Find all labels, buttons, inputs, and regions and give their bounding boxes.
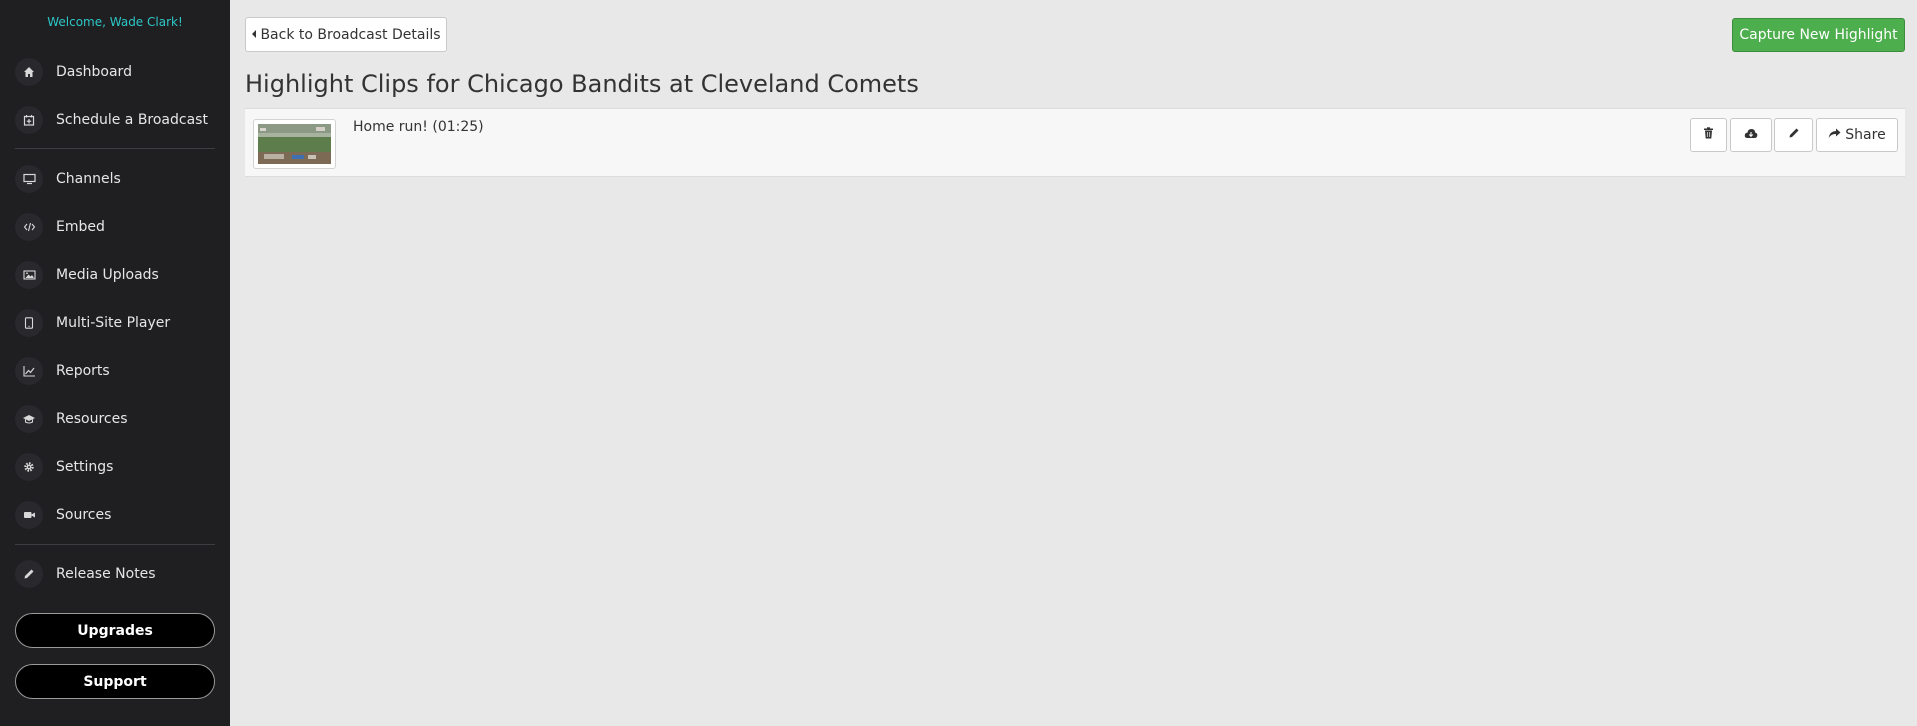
sidebar-item-settings[interactable]: Settings <box>0 447 230 487</box>
video-camera-icon <box>15 501 43 529</box>
sidebar-item-label: Schedule a Broadcast <box>56 112 208 128</box>
support-button[interactable]: Support <box>15 664 215 699</box>
welcome-message: Welcome, Wade Clark! <box>47 15 183 29</box>
sidebar-item-media-uploads[interactable]: Media Uploads <box>0 255 230 295</box>
sidebar-item-multi-site-player[interactable]: Multi-Site Player <box>0 303 230 343</box>
calendar-plus-icon <box>15 106 43 134</box>
back-button-label: Back to Broadcast Details <box>260 26 441 43</box>
sidebar-item-dashboard[interactable]: Dashboard <box>0 52 230 92</box>
sidebar-item-label: Dashboard <box>56 64 132 80</box>
sidebar-item-label: Sources <box>56 507 112 523</box>
sidebar-item-label: Media Uploads <box>56 267 159 283</box>
sidebar-item-release-notes[interactable]: Release Notes <box>0 554 230 594</box>
sidebar: Welcome, Wade Clark! Dashboard Schedule … <box>0 0 230 726</box>
caret-left-icon <box>251 27 257 43</box>
sidebar-item-embed[interactable]: Embed <box>0 207 230 247</box>
trash-icon <box>1703 127 1714 143</box>
image-icon <box>15 261 43 289</box>
code-icon <box>15 213 43 241</box>
page-title: Highlight Clips for Chicago Bandits at C… <box>245 70 919 98</box>
sidebar-item-label: Release Notes <box>56 566 156 582</box>
sidebar-item-resources[interactable]: Resources <box>0 399 230 439</box>
share-button-label: Share <box>1845 127 1886 143</box>
gear-icon <box>15 453 43 481</box>
share-icon <box>1828 127 1841 143</box>
sidebar-item-channels[interactable]: Channels <box>0 159 230 199</box>
sidebar-item-label: Multi-Site Player <box>56 315 171 331</box>
clip-list-item: Home run! (01:25) Share <box>245 108 1905 177</box>
sidebar-item-label: Settings <box>56 459 114 475</box>
clip-thumbnail-image <box>258 124 331 164</box>
line-chart-icon <box>15 357 43 385</box>
clip-title: Home run! (01:25) <box>353 119 484 135</box>
tablet-icon <box>15 309 43 337</box>
clip-thumbnail[interactable] <box>253 119 336 169</box>
back-to-broadcast-details-button[interactable]: Back to Broadcast Details <box>245 17 447 52</box>
delete-clip-button[interactable] <box>1690 118 1727 152</box>
cloud-download-icon <box>1744 127 1758 143</box>
nav-divider <box>15 148 215 149</box>
sidebar-item-sources[interactable]: Sources <box>0 495 230 535</box>
pencil-icon <box>1788 127 1800 143</box>
sidebar-item-label: Embed <box>56 219 105 235</box>
sidebar-item-label: Reports <box>56 363 110 379</box>
nav-divider <box>15 544 215 545</box>
graduation-cap-icon <box>15 405 43 433</box>
download-clip-button[interactable] <box>1730 118 1772 152</box>
sidebar-item-schedule-broadcast[interactable]: Schedule a Broadcast <box>0 100 230 140</box>
edit-clip-button[interactable] <box>1774 118 1813 152</box>
sidebar-item-reports[interactable]: Reports <box>0 351 230 391</box>
capture-new-highlight-button[interactable]: Capture New Highlight <box>1732 18 1905 52</box>
monitor-icon <box>15 165 43 193</box>
share-clip-button[interactable]: Share <box>1816 118 1898 152</box>
pencil-icon <box>15 560 43 588</box>
sidebar-item-label: Channels <box>56 171 121 187</box>
sidebar-item-label: Resources <box>56 411 128 427</box>
home-icon <box>15 58 43 86</box>
upgrades-button[interactable]: Upgrades <box>15 613 215 648</box>
